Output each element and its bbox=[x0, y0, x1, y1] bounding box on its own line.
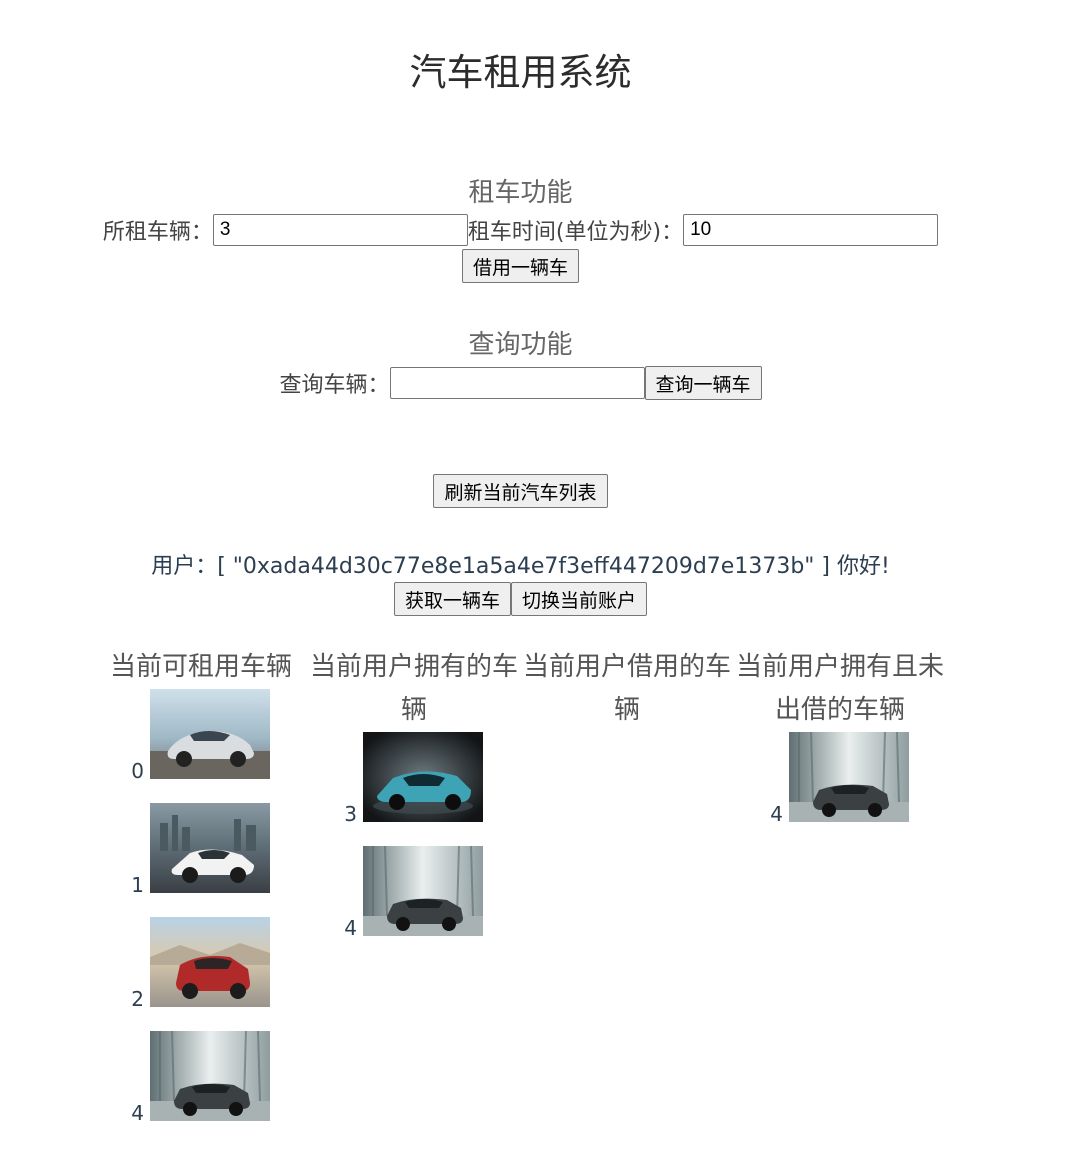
car-column-title: 当前用户拥有的车辆 bbox=[309, 652, 518, 725]
car-column: 当前用户拥有的车辆 3 4 bbox=[307, 646, 521, 940]
car-image[interactable] bbox=[150, 803, 270, 893]
switch-account-button[interactable]: 切换当前账户 bbox=[511, 582, 648, 616]
car-column-title: 当前可租用车辆 bbox=[109, 652, 292, 682]
car-item[interactable]: 2 bbox=[120, 917, 308, 1011]
car-list: 34 bbox=[307, 732, 521, 940]
car-image[interactable] bbox=[150, 917, 270, 1007]
query-car-button[interactable]: 查询一辆车 bbox=[644, 366, 762, 400]
rent-car-input[interactable] bbox=[212, 214, 468, 246]
page-title: 汽车租用系统 bbox=[409, 51, 632, 94]
borrow-car-button[interactable]: 借用一辆车 bbox=[461, 249, 579, 283]
rent-time-input[interactable] bbox=[683, 214, 939, 246]
car-column-title: 当前用户借用的车辆 bbox=[522, 652, 731, 725]
car-image[interactable] bbox=[363, 732, 483, 822]
car-column: 当前用户借用的车辆 bbox=[520, 646, 734, 732]
car-image[interactable] bbox=[363, 846, 483, 936]
car-id: 1 bbox=[131, 873, 144, 897]
car-item[interactable]: 1 bbox=[120, 803, 308, 897]
query-heading: 查询功能 bbox=[468, 330, 573, 360]
car-item[interactable]: 4 bbox=[759, 732, 947, 826]
user-greeting: 用户：[ "0xada44d30c77e8e1a5a4e7f3eff447209… bbox=[151, 554, 890, 579]
car-item[interactable]: 3 bbox=[333, 732, 521, 826]
rent-car-label: 所租车辆： bbox=[102, 220, 213, 245]
car-item[interactable]: 4 bbox=[120, 1031, 308, 1125]
car-id: 3 bbox=[344, 802, 357, 826]
car-list: 0 1 2 4 bbox=[94, 689, 308, 1125]
refresh-car-list-button[interactable]: 刷新当前汽车列表 bbox=[433, 474, 608, 508]
car-id: 4 bbox=[770, 802, 783, 826]
car-image[interactable] bbox=[789, 732, 909, 822]
car-column-title: 当前用户拥有且未出借的车辆 bbox=[735, 652, 944, 725]
car-item[interactable]: 4 bbox=[333, 846, 521, 940]
car-image[interactable] bbox=[150, 689, 270, 779]
car-image[interactable] bbox=[150, 1031, 270, 1121]
rent-time-label: 租车时间(单位为秒)： bbox=[467, 220, 684, 245]
car-id: 4 bbox=[131, 1101, 144, 1125]
query-car-input[interactable] bbox=[389, 367, 645, 399]
query-car-label: 查询车辆： bbox=[279, 373, 390, 398]
car-id: 0 bbox=[131, 759, 144, 783]
get-car-button[interactable]: 获取一辆车 bbox=[393, 582, 511, 616]
rent-form: 所租车辆： 租车时间(单位为秒)： bbox=[0, 214, 1041, 246]
car-column: 当前可租用车辆 0 1 2 4 bbox=[94, 646, 308, 1125]
car-id: 4 bbox=[344, 916, 357, 940]
rent-heading: 租车功能 bbox=[468, 178, 573, 208]
car-item[interactable]: 0 bbox=[120, 689, 308, 783]
car-column: 当前用户拥有且未出借的车辆 4 bbox=[733, 646, 947, 826]
car-list: 4 bbox=[733, 732, 947, 826]
car-id: 2 bbox=[131, 987, 144, 1011]
query-form: 查询车辆： 查询一辆车 bbox=[0, 366, 1041, 400]
